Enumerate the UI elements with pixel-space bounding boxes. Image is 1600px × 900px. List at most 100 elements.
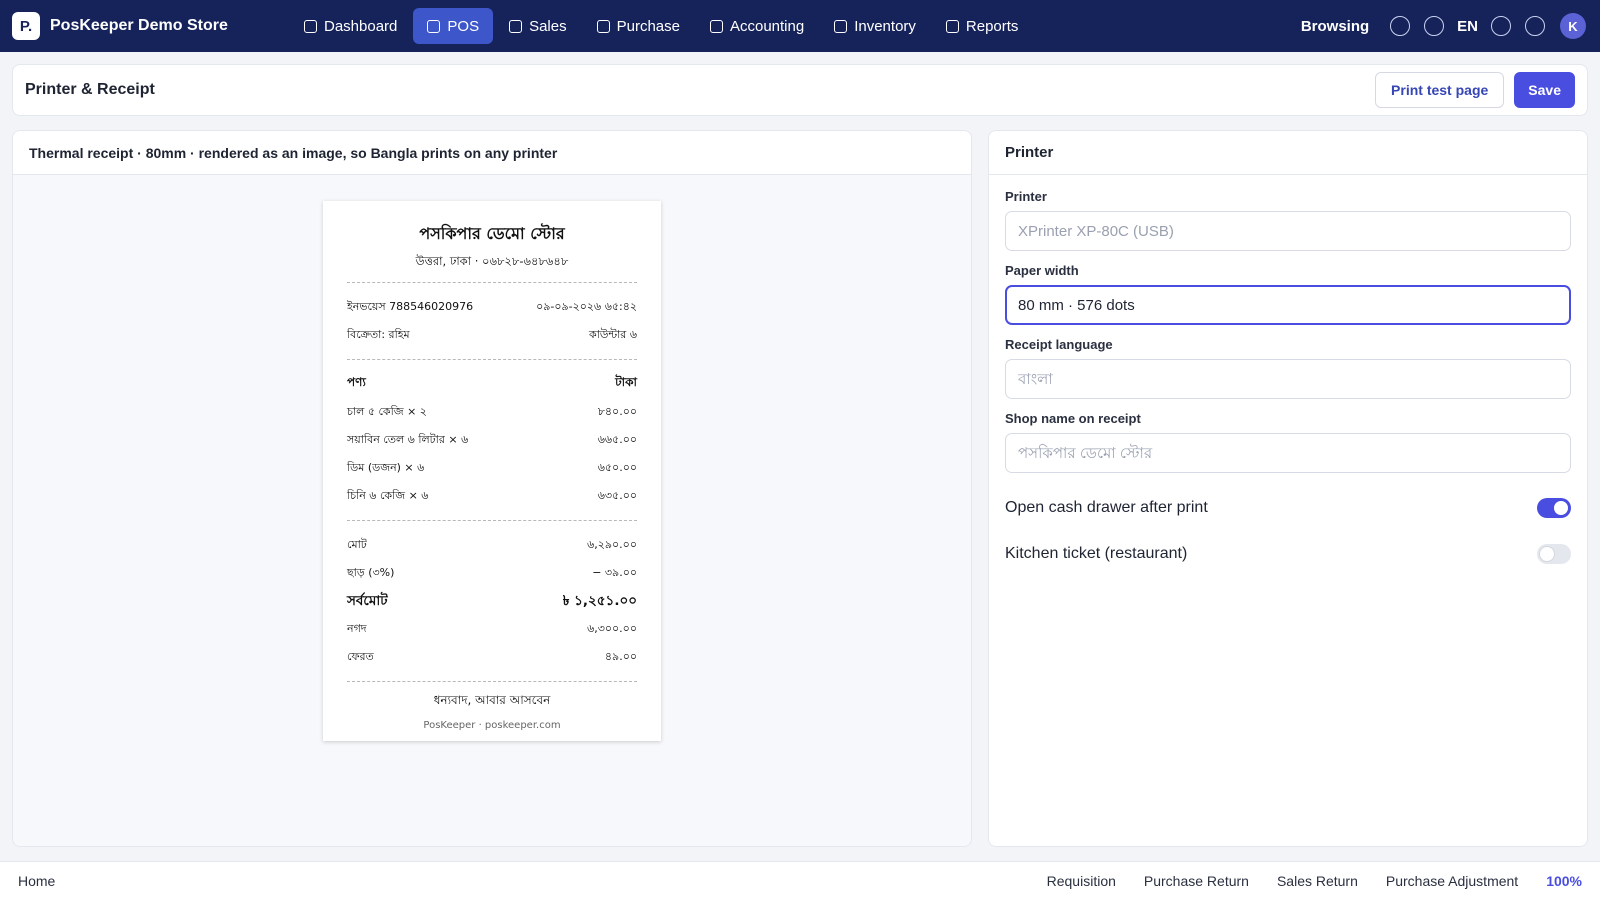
page-title: Printer & Receipt [25, 81, 155, 98]
receipt-line-item: ডিম (ডজন) × ৬ ৬৫০.০০ [347, 454, 637, 482]
settings-body: Printer Paper width Receipt language Sho… [989, 175, 1587, 591]
checkbox-icon [945, 19, 959, 33]
receipt-subtotal-row: মোট ৬,২৯০.০০ [347, 531, 637, 559]
receipt-change-label: ফেরত [347, 649, 374, 663]
kitchen-ticket-label: Kitchen ticket (restaurant) [1005, 545, 1188, 562]
receipt-discount-row: ছাড় (৩%) − ৩৯.০০ [347, 559, 637, 587]
receipt-language-field: Receipt language [1005, 337, 1571, 399]
receipt-divider [347, 282, 637, 283]
nav-item-label: Purchase [616, 17, 680, 35]
nav-item-accounting[interactable]: Accounting [696, 8, 818, 44]
cash-drawer-row: Open cash drawer after print [1005, 485, 1571, 531]
receipt-cash-label: নগদ [347, 621, 367, 635]
purchase-return-link[interactable]: Purchase Return [1144, 873, 1249, 889]
printer-settings-panel: Printer Printer Paper width Receipt lang… [988, 130, 1588, 847]
checkbox-icon [834, 19, 848, 33]
paper-width-input[interactable] [1005, 285, 1571, 325]
notification-icon[interactable] [1390, 16, 1411, 36]
top-right-tools: Browsing EN K [1301, 13, 1588, 39]
cash-drawer-toggle[interactable] [1537, 498, 1571, 518]
paper-width-field: Paper width [1005, 263, 1571, 325]
nav-item-label: Dashboard [324, 17, 398, 35]
nav-item-inventory[interactable]: Inventory [820, 8, 930, 44]
paper-width-label: Paper width [1005, 263, 1079, 278]
nav-item-reports[interactable]: Reports [932, 8, 1033, 44]
receipt-shop-name: পসকিপার ডেমো স্টোর [419, 224, 565, 243]
home-link[interactable]: Home [18, 873, 55, 889]
checkbox-icon [709, 19, 723, 33]
receipt-discount-label: ছাড় (৩%) [347, 565, 395, 579]
print-test-page-button[interactable]: Print test page [1375, 72, 1505, 108]
receipt-preview: পসকিপার ডেমো স্টোর উত্তরা, ঢাকা · ০৬৮২৮-… [323, 201, 661, 741]
receipt-cash-row: নগদ ৬,৩০০.০০ [347, 615, 637, 643]
receipt-datetime: ০৯-০৯-২০২৬ ৬৫:৪২ [536, 299, 637, 313]
browsing-label: Browsing [1300, 17, 1370, 35]
receipt-grand-label: সর্বমোট [347, 592, 388, 609]
theme-icon[interactable] [1491, 16, 1511, 36]
nav-item-label: Reports [965, 17, 1019, 35]
receipt-subtotal: ৬,২৯০.০০ [587, 537, 637, 551]
shop-name-label: Shop name on receipt [1005, 411, 1141, 426]
receipt-item-amount: ৬৬৫.০০ [597, 432, 637, 446]
bottom-links: Requisition Purchase Return Sales Return… [1019, 873, 1582, 889]
checkbox-icon [427, 19, 441, 33]
receipt-counter: কাউন্টার ৬ [589, 327, 637, 341]
printer-field: Printer [1005, 189, 1571, 251]
settings-icon[interactable] [1525, 16, 1545, 36]
receipt-cash: ৬,৩০০.০০ [587, 621, 637, 635]
printer-input[interactable] [1005, 211, 1571, 251]
help-icon[interactable] [1424, 16, 1445, 36]
receipt-grand-total-row: সর্বমোট ৳ ১,২৫১.০০ [347, 587, 637, 615]
requisition-link[interactable]: Requisition [1047, 873, 1116, 889]
receipt-item-amount: ৬৫০.০০ [597, 460, 637, 474]
toggle-knob [1540, 547, 1554, 561]
receipt-seller: বিক্রেতা: রহিম [347, 327, 410, 341]
receipt-divider [347, 681, 637, 682]
receipt-grand-total: ৳ ১,২৫১.০০ [562, 592, 637, 609]
receipt-language-label: Receipt language [1005, 337, 1113, 352]
store-name: PosKeeper Demo Store [50, 17, 228, 34]
language-switch[interactable]: EN [1457, 18, 1478, 35]
kitchen-ticket-toggle[interactable] [1537, 544, 1571, 564]
app-logo[interactable]: P. [12, 12, 40, 40]
cash-drawer-label: Open cash drawer after print [1005, 499, 1208, 516]
receipt-footer: PosKeeper · poskeeper.com [423, 720, 561, 731]
receipt-change-row: ফেরত ৪৯.০০ [347, 643, 637, 671]
receipt-divider [347, 520, 637, 521]
receipt-language-input[interactable] [1005, 359, 1571, 399]
receipt-item-name: ডিম (ডজন) × ৬ [347, 460, 425, 474]
receipt-invoice-row: ইনভয়েস 788546020976 ০৯-০৯-২০২৬ ৬৫:৪২ [347, 293, 637, 321]
purchase-adjustment-link[interactable]: Purchase Adjustment [1386, 873, 1518, 889]
receipt-thanks: ধন্যবাদ, আবার আসবেন [433, 693, 551, 707]
shop-name-input[interactable] [1005, 433, 1571, 473]
page-header: Printer & Receipt Print test page Save [12, 64, 1588, 116]
sales-return-link[interactable]: Sales Return [1277, 873, 1358, 889]
receipt-item-name: চাল ৫ কেজি × ২ [347, 404, 427, 418]
preview-caption: Thermal receipt · 80mm · rendered as an … [13, 131, 971, 175]
nav-item-pos[interactable]: POS [413, 8, 494, 44]
receipt-item-amount: ৬৩৫.০০ [597, 488, 637, 502]
nav-item-dashboard[interactable]: Dashboard [290, 8, 411, 44]
zoom-level[interactable]: 100% [1546, 873, 1582, 889]
receipt-line-item: সয়াবিন তেল ৬ লিটার × ৬ ৬৬৫.০০ [347, 426, 637, 454]
toggle-knob [1554, 501, 1568, 515]
bottom-bar: Home Requisition Purchase Return Sales R… [0, 861, 1600, 900]
save-button[interactable]: Save [1514, 72, 1575, 108]
receipt-divider [347, 359, 637, 360]
nav-item-sales[interactable]: Sales [495, 8, 581, 44]
receipt-line-item: চাল ৫ কেজি × ২ ৮৪০.০০ [347, 398, 637, 426]
avatar[interactable]: K [1560, 13, 1586, 39]
receipt-line-item: চিনি ৬ কেজি × ৬ ৬৩৫.০০ [347, 482, 637, 510]
nav-item-purchase[interactable]: Purchase [583, 8, 694, 44]
checkbox-icon [304, 19, 317, 33]
printer-label: Printer [1005, 189, 1047, 204]
receipt-invoice: ইনভয়েস 788546020976 [347, 299, 474, 313]
settings-title: Printer [989, 131, 1587, 175]
checkbox-icon [596, 19, 610, 33]
receipt-seller-row: বিক্রেতা: রহিম কাউন্টার ৬ [347, 321, 637, 349]
receipt-change: ৪৯.০০ [604, 649, 637, 663]
main-nav: Dashboard POS Sales Purchase Accounting … [290, 8, 1034, 44]
receipt-preview-panel: Thermal receipt · 80mm · rendered as an … [12, 130, 972, 847]
receipt-item-name: সয়াবিন তেল ৬ লিটার × ৬ [347, 432, 469, 446]
checkbox-icon [509, 19, 523, 33]
